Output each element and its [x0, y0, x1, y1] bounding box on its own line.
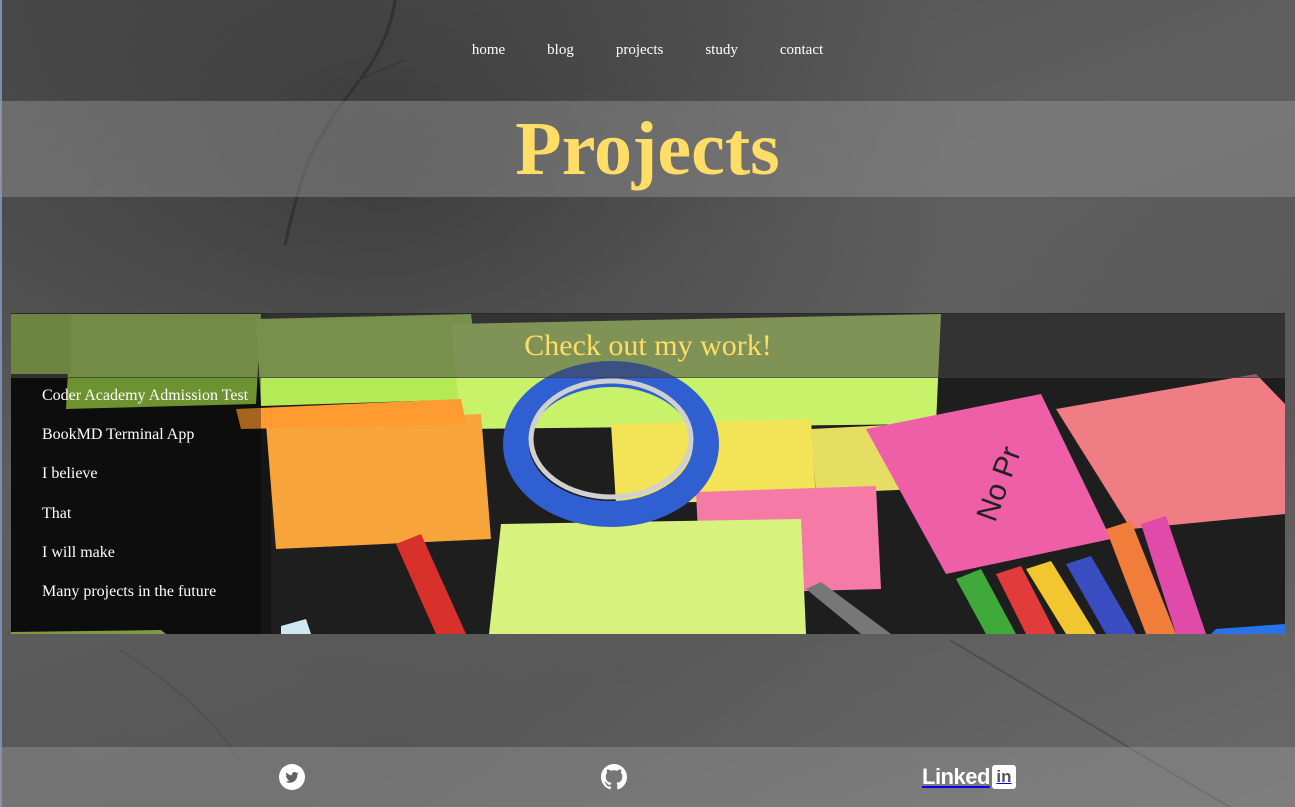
nav-item-home: home — [451, 42, 526, 59]
twitter-link[interactable] — [279, 764, 305, 795]
list-item: Many projects in the future — [42, 582, 248, 621]
projects-panel: No Pr Check out my work! Coder Academy A… — [11, 313, 1285, 634]
project-text-i-believe: I believe — [42, 465, 98, 483]
list-item: BookMD Terminal App — [42, 425, 248, 464]
github-link[interactable] — [601, 764, 627, 795]
nav-item-contact: contact — [759, 42, 844, 59]
list-item: I believe — [42, 464, 248, 503]
project-text-that: That — [42, 504, 72, 522]
list-item: I will make — [42, 543, 248, 582]
project-link-coder-academy[interactable]: Coder Academy Admission Test — [42, 387, 248, 404]
page-title-band: Projects — [0, 101, 1295, 197]
nav-link-contact[interactable]: contact — [759, 42, 844, 59]
twitter-icon — [279, 764, 305, 790]
linkedin-link[interactable]: Linked in — [922, 764, 1016, 790]
project-link-bookmd[interactable]: BookMD Terminal App — [42, 426, 194, 443]
projects-heading-bar: Check out my work! — [11, 314, 1285, 378]
linkedin-wordmark: Linked — [922, 764, 990, 789]
linkedin-icon: Linked in — [922, 764, 1016, 790]
project-text-future: Many projects in the future — [42, 582, 217, 600]
page-title: Projects — [515, 107, 780, 191]
list-item: Coder Academy Admission Test — [42, 386, 248, 425]
nav-item-blog: blog — [526, 42, 595, 59]
nav-link-blog[interactable]: blog — [526, 42, 595, 59]
nav-item-study: study — [684, 42, 759, 59]
projects-heading: Check out my work! — [524, 328, 772, 362]
footer: Linked in — [0, 747, 1295, 807]
project-list: Coder Academy Admission Test BookMD Term… — [42, 386, 248, 621]
nav-link-study[interactable]: study — [684, 42, 759, 59]
linkedin-badge-text: in — [996, 767, 1012, 786]
nav-link-home[interactable]: home — [451, 42, 526, 59]
linkedin-badge: in — [991, 765, 1016, 789]
project-text-i-will-make: I will make — [42, 543, 115, 561]
list-item: That — [42, 504, 248, 543]
nav-link-projects[interactable]: projects — [595, 42, 684, 59]
github-icon — [601, 764, 627, 790]
nav-list: home blog projects study contact — [451, 42, 844, 59]
nav-item-projects: projects — [595, 42, 684, 59]
main-nav: home blog projects study contact — [0, 0, 1295, 100]
